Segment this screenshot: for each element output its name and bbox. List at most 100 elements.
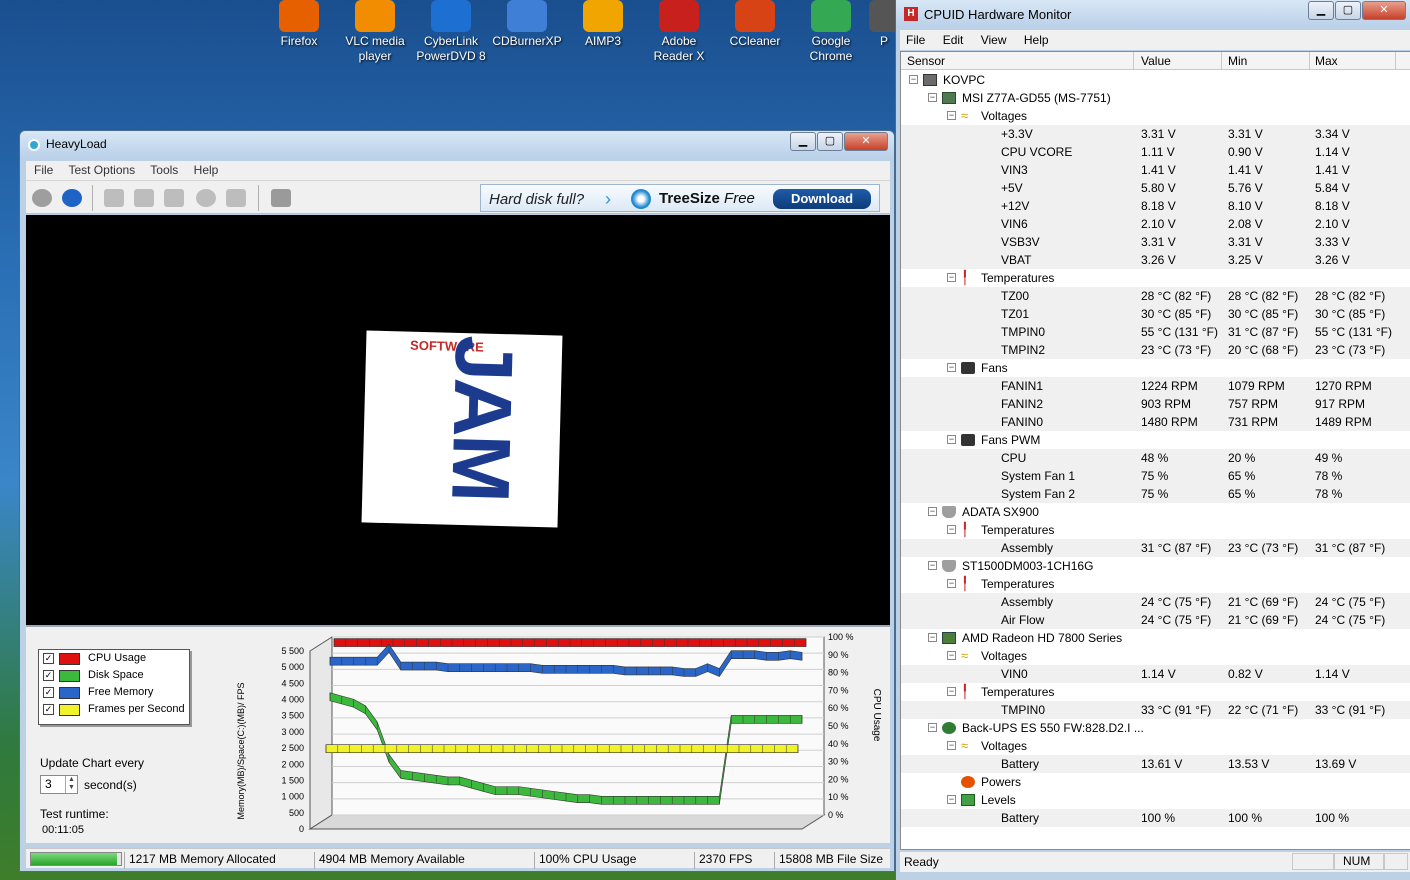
- desktop-icon[interactable]: Adobe Reader X: [641, 0, 717, 64]
- desktop-icon[interactable]: Google Chrome: [793, 0, 869, 64]
- collapse-toggle-icon[interactable]: −: [947, 741, 956, 750]
- collapse-toggle-icon[interactable]: −: [947, 363, 956, 372]
- tree-node[interactable]: − ╿ Temperatures: [901, 575, 1410, 593]
- sensor-row[interactable]: TMPIN2 23 °C (73 °F) 20 °C (68 °F) 23 °C (7…: [901, 341, 1410, 359]
- tree-node[interactable]: Powers: [901, 773, 1410, 791]
- menu-view[interactable]: View: [981, 33, 1007, 47]
- tree-node[interactable]: − ≈ Voltages: [901, 737, 1410, 755]
- maximize-button[interactable]: ▢: [1335, 1, 1361, 20]
- collapse-toggle-icon[interactable]: −: [947, 795, 956, 804]
- legend-item[interactable]: ✓ Free Memory: [39, 684, 189, 701]
- collapse-toggle-icon[interactable]: −: [947, 525, 956, 534]
- collapse-toggle-icon[interactable]: −: [928, 723, 937, 732]
- sensor-row[interactable]: VSB3V 3.31 V 3.31 V 3.33 V: [901, 233, 1410, 251]
- minimize-button[interactable]: ▁: [790, 132, 816, 151]
- menu-edit[interactable]: Edit: [943, 33, 964, 47]
- menu-test-options[interactable]: Test Options: [68, 163, 135, 177]
- tree-node[interactable]: − ╿ Temperatures: [901, 521, 1410, 539]
- desktop-icon[interactable]: CyberLink PowerDVD 8: [413, 0, 489, 64]
- sensor-row[interactable]: Battery 13.61 V 13.53 V 13.69 V: [901, 755, 1410, 773]
- cpu-test-icon[interactable]: [104, 189, 124, 207]
- tree-node[interactable]: − Fans PWM: [901, 431, 1410, 449]
- tree-node[interactable]: − KOVPC: [901, 71, 1410, 89]
- tree-node[interactable]: − ≈ Voltages: [901, 647, 1410, 665]
- sensor-row[interactable]: VIN6 2.10 V 2.08 V 2.10 V: [901, 215, 1410, 233]
- collapse-toggle-icon[interactable]: −: [947, 111, 956, 120]
- collapse-toggle-icon[interactable]: −: [947, 273, 956, 282]
- menu-help[interactable]: Help: [194, 163, 219, 177]
- collapse-toggle-icon[interactable]: −: [928, 633, 937, 642]
- sensor-row[interactable]: FANIN0 1480 RPM 731 RPM 1489 RPM: [901, 413, 1410, 431]
- sensor-row[interactable]: VBAT 3.26 V 3.25 V 3.26 V: [901, 251, 1410, 269]
- start-icon[interactable]: [32, 189, 52, 207]
- spinner-arrows-icon[interactable]: ▲ ▼: [65, 776, 77, 793]
- menu-tools[interactable]: Tools: [150, 163, 178, 177]
- menu-file[interactable]: File: [34, 163, 53, 177]
- collapse-toggle-icon[interactable]: −: [928, 93, 937, 102]
- sensor-row[interactable]: System Fan 2 75 % 65 % 78 %: [901, 485, 1410, 503]
- legend-item[interactable]: ✓ CPU Usage: [39, 650, 189, 667]
- maximize-button[interactable]: ▢: [817, 132, 843, 151]
- column-max[interactable]: Max: [1315, 54, 1338, 68]
- legend-item[interactable]: ✓ Frames per Second: [39, 701, 189, 718]
- sensor-row[interactable]: TZ01 30 °C (85 °F) 30 °C (85 °F) 30 °C (85 …: [901, 305, 1410, 323]
- legend-checkbox[interactable]: ✓: [43, 653, 54, 664]
- disk-test-icon[interactable]: [134, 189, 154, 207]
- menu-file[interactable]: File: [906, 33, 925, 47]
- desktop-icon[interactable]: VLC media player: [337, 0, 413, 64]
- fps-test-icon[interactable]: [226, 189, 246, 207]
- sensor-row[interactable]: CPU 48 % 20 % 49 %: [901, 449, 1410, 467]
- tree-node[interactable]: − AMD Radeon HD 7800 Series: [901, 629, 1410, 647]
- sensor-row[interactable]: FANIN1 1224 RPM 1079 RPM 1270 RPM: [901, 377, 1410, 395]
- column-value[interactable]: Value: [1141, 54, 1171, 68]
- sensor-row[interactable]: TZ00 28 °C (82 °F) 28 °C (82 °F) 28 °C (82 …: [901, 287, 1410, 305]
- desktop-icon[interactable]: Firefox: [261, 0, 337, 49]
- tree-node[interactable]: − ≈ Voltages: [901, 107, 1410, 125]
- tree-node[interactable]: − ST1500DM003-1CH16G: [901, 557, 1410, 575]
- tree-node[interactable]: − Back-UPS ES 550 FW:828.D2.I ...: [901, 719, 1410, 737]
- sensor-row[interactable]: +5V 5.80 V 5.76 V 5.84 V: [901, 179, 1410, 197]
- minimize-button[interactable]: ▁: [1308, 1, 1334, 20]
- settings-tools-icon[interactable]: [271, 189, 291, 207]
- stop-icon[interactable]: [62, 189, 82, 207]
- desktop-icon[interactable]: CCleaner: [717, 0, 793, 49]
- collapse-toggle-icon[interactable]: −: [909, 75, 918, 84]
- download-button[interactable]: Download: [773, 189, 871, 209]
- column-min[interactable]: Min: [1228, 54, 1247, 68]
- sensor-row[interactable]: TMPIN0 33 °C (91 °F) 22 °C (71 °F) 33 °C (9…: [901, 701, 1410, 719]
- gpu-test-icon[interactable]: [196, 189, 216, 207]
- collapse-toggle-icon[interactable]: −: [928, 507, 937, 516]
- treesize-ad-banner[interactable]: Hard disk full? › TreeSize Free Download: [480, 184, 880, 212]
- update-interval-spinner[interactable]: 3 ▲ ▼: [40, 775, 78, 794]
- sensor-row[interactable]: FANIN2 903 RPM 757 RPM 917 RPM: [901, 395, 1410, 413]
- legend-checkbox[interactable]: ✓: [43, 704, 54, 715]
- sensor-row[interactable]: Battery 100 % 100 % 100 %: [901, 809, 1410, 827]
- sensor-row[interactable]: VIN0 1.14 V 0.82 V 1.14 V: [901, 665, 1410, 683]
- memory-test-icon[interactable]: [164, 189, 184, 207]
- legend-checkbox[interactable]: ✓: [43, 687, 54, 698]
- tree-node[interactable]: − ╿ Temperatures: [901, 269, 1410, 287]
- sensor-row[interactable]: CPU VCORE 1.11 V 0.90 V 1.14 V: [901, 143, 1410, 161]
- column-sensor[interactable]: Sensor: [907, 54, 945, 68]
- tree-node[interactable]: − Fans: [901, 359, 1410, 377]
- collapse-toggle-icon[interactable]: −: [947, 651, 956, 660]
- collapse-toggle-icon[interactable]: −: [947, 687, 956, 696]
- sensor-row[interactable]: +12V 8.18 V 8.10 V 8.18 V: [901, 197, 1410, 215]
- sensor-row[interactable]: Air Flow 24 °C (75 °F) 21 °C (69 °F) 24 °C …: [901, 611, 1410, 629]
- close-button[interactable]: ✕: [844, 132, 888, 151]
- tree-node[interactable]: − ╿ Temperatures: [901, 683, 1410, 701]
- collapse-toggle-icon[interactable]: −: [947, 579, 956, 588]
- desktop-icon[interactable]: AIMP3: [565, 0, 641, 49]
- sensor-row[interactable]: +3.3V 3.31 V 3.31 V 3.34 V: [901, 125, 1410, 143]
- collapse-toggle-icon[interactable]: −: [947, 435, 956, 444]
- sensor-row[interactable]: VIN3 1.41 V 1.41 V 1.41 V: [901, 161, 1410, 179]
- sensor-row[interactable]: System Fan 1 75 % 65 % 78 %: [901, 467, 1410, 485]
- menu-help[interactable]: Help: [1024, 33, 1049, 47]
- close-button[interactable]: ✕: [1362, 1, 1406, 20]
- sensor-row[interactable]: TMPIN0 55 °C (131 °F) 31 °C (87 °F) 55 °C (…: [901, 323, 1410, 341]
- tree-node[interactable]: − Levels: [901, 791, 1410, 809]
- tree-node[interactable]: − MSI Z77A-GD55 (MS-7751): [901, 89, 1410, 107]
- desktop-icon[interactable]: CDBurnerXP: [489, 0, 565, 49]
- legend-item[interactable]: ✓ Disk Space: [39, 667, 189, 684]
- sensor-row[interactable]: Assembly 24 °C (75 °F) 21 °C (69 °F) 24 °C …: [901, 593, 1410, 611]
